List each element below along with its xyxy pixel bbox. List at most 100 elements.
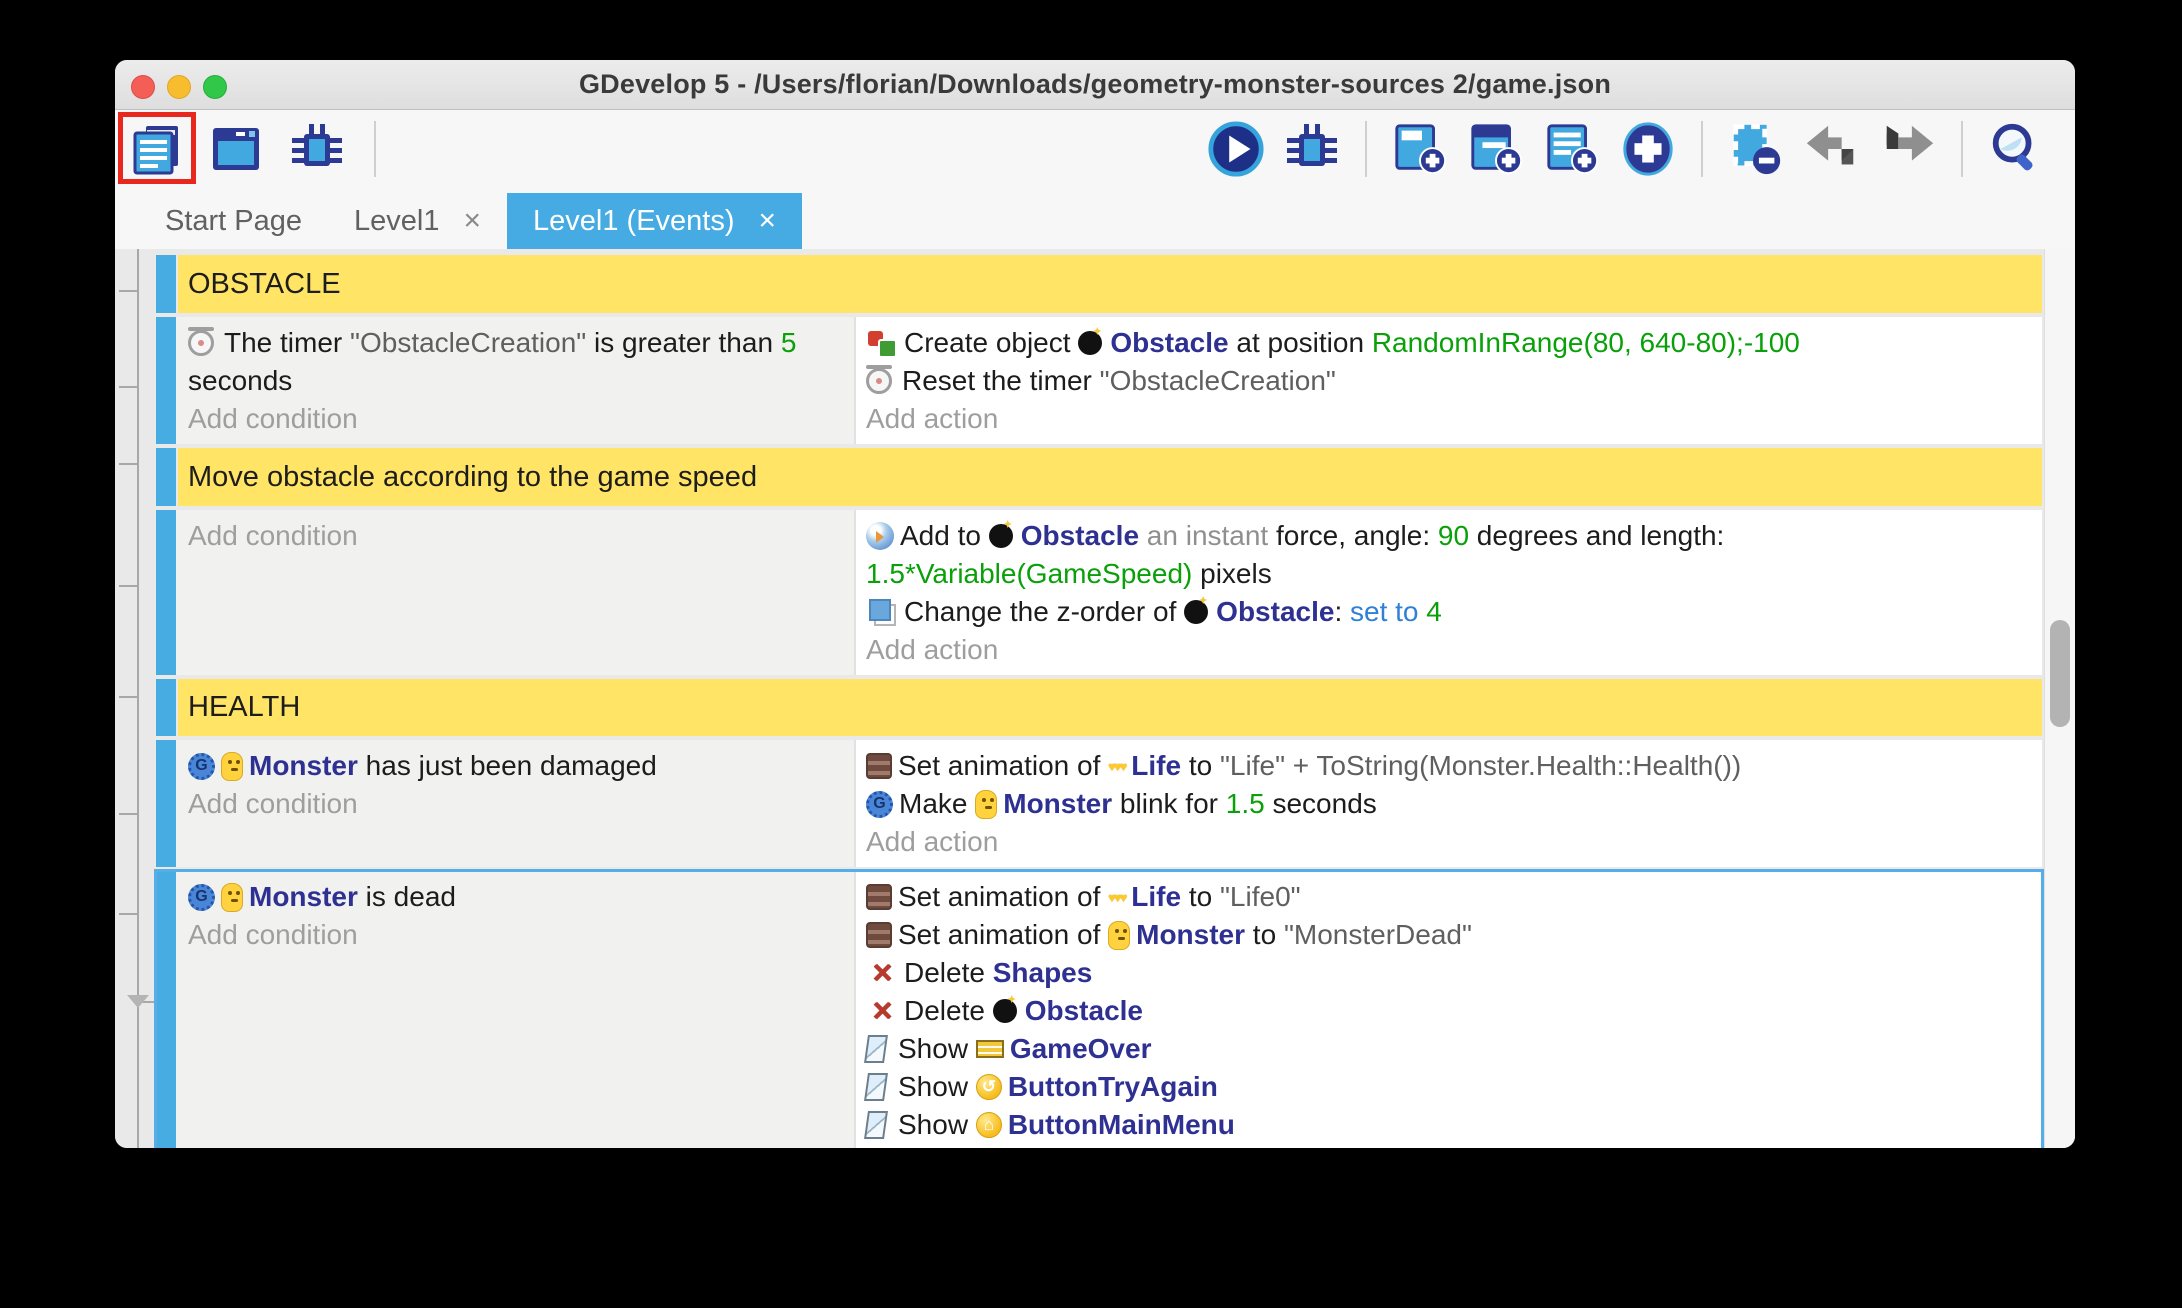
add-comment-button[interactable] [1543,118,1601,180]
condition-line[interactable]: Monster has just been damaged [188,747,840,785]
add-action-button[interactable]: Add action [866,631,2028,669]
event-group-title: OBSTACLE [178,255,2042,313]
event-drag-bar[interactable] [156,871,176,1148]
play-icon [1207,119,1265,179]
anim-icon [866,884,892,910]
tree-line [137,249,139,1148]
event-row[interactable]: The timer "ObstacleCreation" is greater … [156,317,2042,444]
event-drag-bar[interactable] [156,448,176,506]
add-action-button[interactable]: Add action [866,1144,2028,1148]
add-new-button[interactable] [1619,118,1677,180]
condition-line[interactable]: seconds [188,362,840,400]
minimize-window-button[interactable] [167,75,191,99]
event-drag-bar[interactable] [156,510,176,675]
close-tab-icon[interactable]: × [759,204,777,238]
action-line[interactable]: Delete Obstacle [866,992,2028,1030]
conditions-cell[interactable]: The timer "ObstacleCreation" is greater … [176,317,854,444]
action-line[interactable]: Show ButtonTryAgain [866,1068,2028,1106]
action-line[interactable]: Show GameOver [866,1030,2028,1068]
actions-cell[interactable]: Set animation of Life to "Life" + ToStri… [854,740,2042,867]
condition-line[interactable]: Monster is dead [188,878,840,916]
gameover-icon [976,1040,1004,1058]
action-line[interactable]: Reset the timer "ObstacleCreation" [866,362,2028,400]
add-condition-button[interactable]: Add condition [188,916,840,954]
action-line[interactable]: Add to Obstacle an instant force, angle:… [866,517,2028,555]
add-condition-button[interactable]: Add condition [188,400,840,438]
action-line[interactable]: 1.5*Variable(GameSpeed) pixels [866,555,2028,593]
tab-level1-events-[interactable]: Level1 (Events)× [507,193,802,249]
scene-editor-button[interactable] [208,118,266,180]
search-button[interactable] [1987,118,2045,180]
action-line[interactable]: Set animation of Monster to "MonsterDead… [866,916,2028,954]
event-row[interactable]: Add condition Add to Obstacle an instant … [156,510,2042,675]
event-group-title: HEALTH [178,679,2042,736]
action-line[interactable]: Show ButtonMainMenu [866,1106,2028,1144]
undo-button[interactable] [1803,118,1861,180]
add-subevent-button[interactable] [1467,118,1525,180]
debugger-button[interactable] [288,118,346,180]
delete-icon [866,957,898,989]
preview-play-button[interactable] [1207,118,1265,180]
tab-level1[interactable]: Level1× [328,193,507,249]
event-group-header[interactable]: Move obstacle according to the game spee… [156,448,2042,506]
create-icon [866,327,898,359]
action-line[interactable]: Change the z-order of Obstacle: set to 4 [866,593,2028,631]
event-text: has just been damaged [358,750,657,782]
event-drag-bar[interactable] [156,679,176,736]
action-line[interactable]: Create object Obstacle at position Rando… [866,324,2028,362]
modifier-label: an instant [1139,520,1276,552]
redo-button[interactable] [1879,118,1937,180]
event-row[interactable]: Monster has just been damagedAdd conditi… [156,740,2042,867]
condition-line[interactable]: The timer "ObstacleCreation" is greater … [188,324,840,362]
project-manager-button[interactable] [128,118,186,180]
event-drag-bar[interactable] [156,255,176,313]
close-window-button[interactable] [131,75,155,99]
object-name: Obstacle [1216,596,1334,628]
show-icon [864,1111,888,1139]
show-icon [864,1073,888,1101]
action-line[interactable]: Make Monster blink for 1.5 seconds [866,785,2028,823]
tab-start-page[interactable]: Start Page [139,193,328,249]
events-sheet: OBSTACLE The timer "ObstacleCreation" is … [115,249,2075,1148]
conditions-cell[interactable]: Monster is deadAdd condition [176,871,854,1148]
add-condition-button[interactable]: Add condition [188,517,840,555]
object-name: ButtonTryAgain [1008,1071,1218,1103]
event-drag-bar[interactable] [156,317,176,444]
event-drag-bar[interactable] [156,740,176,867]
add-event-button[interactable] [1391,118,1449,180]
event-text: Reset the timer [902,365,1100,397]
action-line[interactable]: Set animation of Life to "Life" + ToStri… [866,747,2028,785]
actions-cell[interactable]: Set animation of Life to "Life0"Set anim… [854,871,2042,1148]
expression-value: 1.5*Variable(GameSpeed) [866,558,1192,590]
actions-cell[interactable]: Create object Obstacle at position Rando… [854,317,2042,444]
object-name: Obstacle [1110,327,1228,359]
object-name: GameOver [1010,1033,1152,1065]
title-bar: GDevelop 5 - /Users/florian/Downloads/ge… [115,60,2075,110]
event-group-header[interactable]: OBSTACLE [156,255,2042,313]
debug-icon [1283,120,1341,178]
object-name: Monster [1136,919,1245,951]
expression-value: RandomInRange(80, 640-80);-100 [1372,327,1800,359]
conditions-cell[interactable]: Monster has just been damagedAdd conditi… [176,740,854,867]
main-toolbar [115,110,2075,190]
gdevelop-window: GDevelop 5 - /Users/florian/Downloads/ge… [115,60,2075,1148]
add-new-icon [1619,119,1677,179]
close-tab-icon[interactable]: × [464,204,482,238]
action-line[interactable]: Delete Shapes [866,954,2028,992]
vertical-scrollbar[interactable] [2044,249,2075,1148]
actions-cell[interactable]: Add to Obstacle an instant force, angle:… [854,510,2042,675]
zoom-window-button[interactable] [203,75,227,99]
scrollbar-thumb[interactable] [2050,620,2070,727]
add-event-icon [1391,119,1449,179]
search-icon [1987,119,2045,179]
debug-button[interactable] [1283,118,1341,180]
event-row[interactable]: Monster is deadAdd conditionSet animatio… [156,871,2042,1148]
event-text: Show [898,1033,976,1065]
toggle-disabled-button[interactable] [1727,118,1785,180]
event-group-header[interactable]: HEALTH [156,679,2042,736]
add-condition-button[interactable]: Add condition [188,785,840,823]
add-action-button[interactable]: Add action [866,823,2028,861]
conditions-cell[interactable]: Add condition [176,510,854,675]
action-line[interactable]: Set animation of Life to "Life0" [866,878,2028,916]
add-action-button[interactable]: Add action [866,400,2028,438]
